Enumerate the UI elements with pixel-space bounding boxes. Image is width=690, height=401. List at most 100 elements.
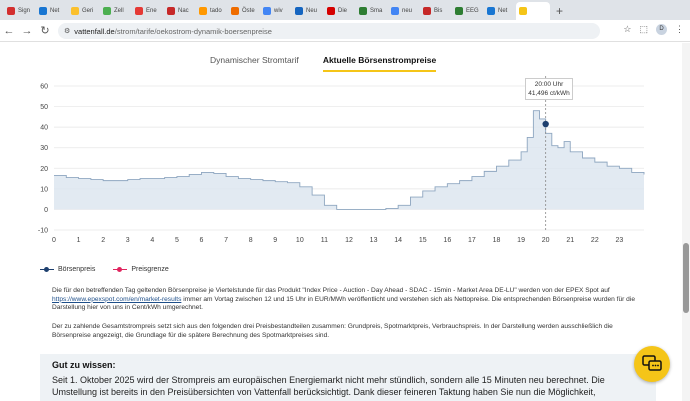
browser-tab[interactable]: Sign (4, 2, 34, 20)
x-tick-label: 16 (443, 237, 451, 244)
x-tick-label: 21 (566, 237, 574, 244)
x-tick-label: 10 (296, 237, 304, 244)
x-tick-label: 2 (101, 237, 105, 244)
browser-tab[interactable]: tado (196, 2, 226, 20)
x-tick-label: 5 (175, 237, 179, 244)
new-tab-button[interactable]: + (556, 2, 563, 20)
legend-price-label: Börsenpreis (58, 266, 96, 273)
tab-favicon-icon (487, 7, 495, 15)
x-tick-label: 23 (616, 237, 624, 244)
scroll-thumb[interactable] (683, 243, 689, 313)
hover-point (542, 120, 549, 128)
url-path: /strom/tarife/oekostrom-dynamik-boersenp… (114, 26, 272, 36)
chart-tooltip: 20:00 Uhr 41,496 ct/kWh (525, 78, 573, 100)
x-tick-label: 11 (321, 237, 328, 244)
browser-tab[interactable]: Ene (132, 2, 162, 20)
x-tick-label: 4 (150, 237, 154, 244)
reload-icon[interactable]: ↻ (36, 24, 54, 37)
x-tick-label: 19 (517, 237, 525, 244)
price-area (54, 110, 644, 210)
info-box: Gut zu wissen: Seit 1. Oktober 2025 wird… (40, 354, 656, 401)
browser-tab[interactable]: neu (388, 2, 418, 20)
address-bar[interactable]: ⚙ vattenfall.de/strom/tarife/oekostrom-d… (58, 23, 600, 39)
tab-favicon-icon (167, 7, 175, 15)
tab-favicon-icon (327, 7, 335, 15)
x-tick-label: 17 (468, 237, 476, 244)
tab-boersenstrompreise[interactable]: Aktuelle Börsenstrompreise (322, 55, 437, 72)
browser-tab[interactable]: Sma (356, 2, 386, 20)
tooltip-value: 41,496 ct/kWh (528, 90, 570, 97)
x-tick-label: 8 (249, 237, 253, 244)
browser-tab[interactable]: Neu (292, 2, 322, 20)
y-tick-label: 30 (40, 145, 48, 152)
browser-tab[interactable]: Geri (68, 2, 98, 20)
tab-favicon-icon (295, 7, 303, 15)
browser-tab[interactable]: Bis (420, 2, 450, 20)
x-tick-label: 18 (493, 237, 501, 244)
browser-tab[interactable]: wiv (260, 2, 290, 20)
tab-dynamischer-stromtarif[interactable]: Dynamischer Stromtarif (210, 55, 299, 72)
chart-legend: Börsenpreis Preisgrenze (40, 266, 169, 273)
tab-label: wiv (274, 8, 283, 14)
extensions-icon[interactable]: ⬚ (639, 24, 648, 35)
tab-label: Nac (178, 8, 189, 14)
x-tick-label: 9 (273, 237, 277, 244)
tab-favicon-icon (359, 7, 367, 15)
tooltip-time: 20:00 Uhr (534, 81, 564, 88)
x-tick-label: 20 (542, 237, 550, 244)
tab-label: Die (338, 8, 348, 14)
legend-item-price[interactable]: Börsenpreis (40, 266, 95, 273)
info-title: Gut zu wissen: (52, 360, 116, 370)
back-icon[interactable]: ← (0, 25, 18, 37)
menu-icon[interactable]: ⋮ (675, 24, 684, 35)
tab-favicon-icon (231, 7, 239, 15)
avatar[interactable]: D (656, 24, 667, 35)
legend-limit-label: Preisgrenze (131, 266, 169, 273)
tab-label: Zell (114, 8, 124, 14)
y-tick-label: 20 (40, 166, 48, 173)
legend-item-limit[interactable]: Preisgrenze (113, 266, 169, 273)
tab-favicon-icon (71, 7, 79, 15)
x-tick-label: 3 (126, 237, 130, 244)
browser-tab[interactable]: Öste (228, 2, 258, 20)
tab-label: Geri (82, 8, 94, 14)
browser-tab[interactable] (516, 2, 550, 20)
browser-tab[interactable]: EEG (452, 2, 482, 20)
tab-label: Bis (434, 8, 443, 14)
tab-favicon-icon (391, 7, 399, 15)
price-components-text: Der zu zahlende Gesamtstrompreis setzt s… (52, 323, 613, 339)
browser-tab[interactable]: Net (484, 2, 514, 20)
price-chart[interactable]: -1001020304050600 1 2 3 4 5 6 7 8 9 10 11 12 13 14 15 16… (30, 76, 660, 256)
site-info-icon[interactable]: ⚙ (64, 27, 70, 35)
browser-tab-strip: Sign Net Geri Zell Ene Nac tado Öste wiv Neu Die Sm… (0, 0, 690, 20)
tab-label: Neu (306, 8, 318, 14)
x-tick-label: 15 (419, 237, 427, 244)
forward-icon[interactable]: → (18, 25, 36, 37)
epex-link[interactable]: https://www.epexspot.com/en/market-resul… (52, 296, 181, 303)
tab-label: Sma (370, 8, 383, 14)
x-tick-label: 0 (52, 237, 56, 244)
browser-tab[interactable]: Net (36, 2, 66, 20)
x-tick-label: 22 (591, 237, 599, 244)
tab-label: EEG (466, 8, 479, 14)
legend-limit-marker (113, 266, 128, 272)
y-tick-label: 10 (40, 186, 48, 193)
browser-tab[interactable]: Zell (100, 2, 130, 20)
x-tick-label: 1 (77, 237, 81, 244)
browser-tab[interactable]: Die (324, 2, 354, 20)
tab-label: neu (402, 8, 413, 14)
epex-explanation: Die für den betreffenden Tag geltenden B… (52, 287, 640, 313)
tab-label: tado (210, 8, 222, 14)
browser-tab[interactable]: Nac (164, 2, 194, 20)
x-tick-label: 6 (200, 237, 204, 244)
chat-button[interactable] (634, 346, 670, 382)
y-tick-label: 40 (40, 125, 48, 132)
x-tick-label: 14 (394, 237, 402, 244)
tab-favicon-icon (103, 7, 111, 15)
y-tick-label: 50 (40, 104, 48, 111)
bookmark-star-icon[interactable]: ☆ (623, 24, 631, 35)
para1-text-a: Die für den betreffenden Tag geltenden B… (52, 287, 610, 294)
page-scrollbar[interactable] (682, 43, 690, 401)
tab-label: Net (50, 8, 60, 14)
x-tick-label: 12 (345, 237, 353, 244)
